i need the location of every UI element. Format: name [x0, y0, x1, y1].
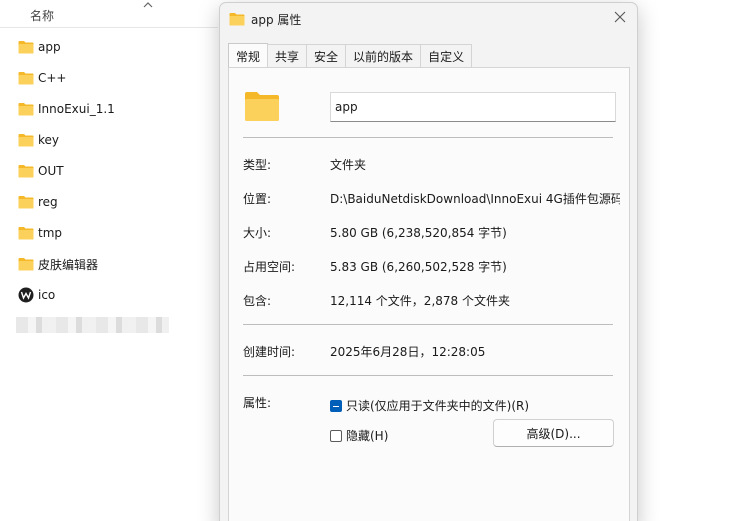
column-header-label: 名称 [30, 9, 55, 23]
general-tab-panel: 类型: 文件夹 位置: D:\BaiduNetdiskDownload\Inno… [228, 67, 630, 521]
hidden-checkbox-row[interactable]: 隐藏(H) [330, 427, 388, 444]
contains-label: 包含: [243, 294, 272, 308]
folder-icon [229, 12, 245, 29]
divider [243, 375, 613, 376]
divider [243, 137, 613, 138]
tab-bar: 常规 共享 安全 以前的版本 自定义 [228, 43, 473, 68]
list-item-label: ico [38, 288, 56, 302]
list-item-out[interactable]: OUT [0, 156, 218, 186]
list-item-label: InnoExui_1.1 [38, 102, 115, 116]
list-item-label: app [38, 40, 61, 54]
size-value: 5.80 GB (6,238,520,854 字节) [330, 226, 507, 240]
dialog-title: app 属性 [251, 13, 302, 27]
readonly-checkbox[interactable] [330, 399, 342, 412]
created-label: 创建时间: [243, 345, 296, 359]
list-item-innoexui[interactable]: InnoExui_1.1 [0, 94, 218, 124]
list-item-cpp[interactable]: C++ [0, 63, 218, 93]
sort-chevron-up-icon [143, 0, 153, 12]
tab-previous-versions[interactable]: 以前的版本 [345, 44, 422, 68]
divider [243, 324, 613, 325]
size-label: 大小: [243, 226, 272, 240]
hidden-label: 隐藏(H) [346, 429, 389, 443]
created-value: 2025年6月28日，12:28:05 [330, 345, 486, 359]
folder-icon [18, 164, 34, 178]
readonly-checkbox-row[interactable]: 只读(仅应用于文件夹中的文件)(R) [330, 397, 529, 414]
contains-value: 12,114 个文件，2,878 个文件夹 [330, 294, 510, 308]
folder-name-input[interactable] [330, 92, 616, 122]
folder-icon [18, 102, 34, 116]
tab-sharing[interactable]: 共享 [267, 44, 308, 68]
list-item-reg[interactable]: reg [0, 187, 218, 217]
list-item-label: key [38, 133, 60, 147]
blurred-list-item [16, 317, 169, 333]
list-item-label: C++ [38, 71, 67, 85]
disk-size-label: 占用空间: [243, 260, 296, 274]
dialog-titlebar[interactable]: app 属性 [220, 3, 637, 37]
folder-icon [18, 226, 34, 240]
folder-icon [18, 133, 34, 147]
location-value: D:\BaiduNetdiskDownload\InnoExui 4G插件包源码 [330, 192, 620, 206]
list-item-tmp[interactable]: tmp [0, 218, 218, 248]
hidden-checkbox[interactable] [330, 429, 342, 442]
list-item-skin-editor[interactable]: 皮肤编辑器 [0, 249, 218, 279]
folder-icon [18, 257, 34, 271]
app-file-icon [18, 287, 34, 303]
properties-dialog: app 属性 常规 共享 安全 以前的版本 自定义 类型: 文件夹 位置: D:… [219, 2, 638, 521]
list-item-label: reg [38, 195, 58, 209]
close-button[interactable] [603, 3, 637, 33]
tab-general[interactable]: 常规 [228, 43, 269, 68]
advanced-button[interactable]: 高级(D)... [493, 419, 614, 447]
type-label: 类型: [243, 158, 272, 172]
folder-icon [18, 71, 34, 85]
folder-icon [18, 40, 34, 54]
attributes-label: 属性: [243, 396, 272, 410]
tab-security[interactable]: 安全 [306, 44, 347, 68]
list-item-label: 皮肤编辑器 [38, 257, 99, 272]
disk-size-value: 5.83 GB (6,260,502,528 字节) [330, 260, 507, 274]
tab-customize[interactable]: 自定义 [420, 44, 473, 68]
large-folder-icon [244, 90, 280, 125]
list-item-ico[interactable]: ico [0, 280, 218, 310]
folder-icon [18, 195, 34, 209]
type-value: 文件夹 [330, 158, 367, 172]
list-item-label: tmp [38, 226, 63, 240]
list-item-key[interactable]: key [0, 125, 218, 155]
location-label: 位置: [243, 192, 272, 206]
list-item-app[interactable]: app [0, 32, 218, 62]
readonly-label: 只读(仅应用于文件夹中的文件)(R) [346, 399, 530, 413]
column-header-name[interactable]: 名称 [0, 0, 218, 28]
close-icon [614, 11, 626, 26]
list-item-label: OUT [38, 164, 64, 178]
